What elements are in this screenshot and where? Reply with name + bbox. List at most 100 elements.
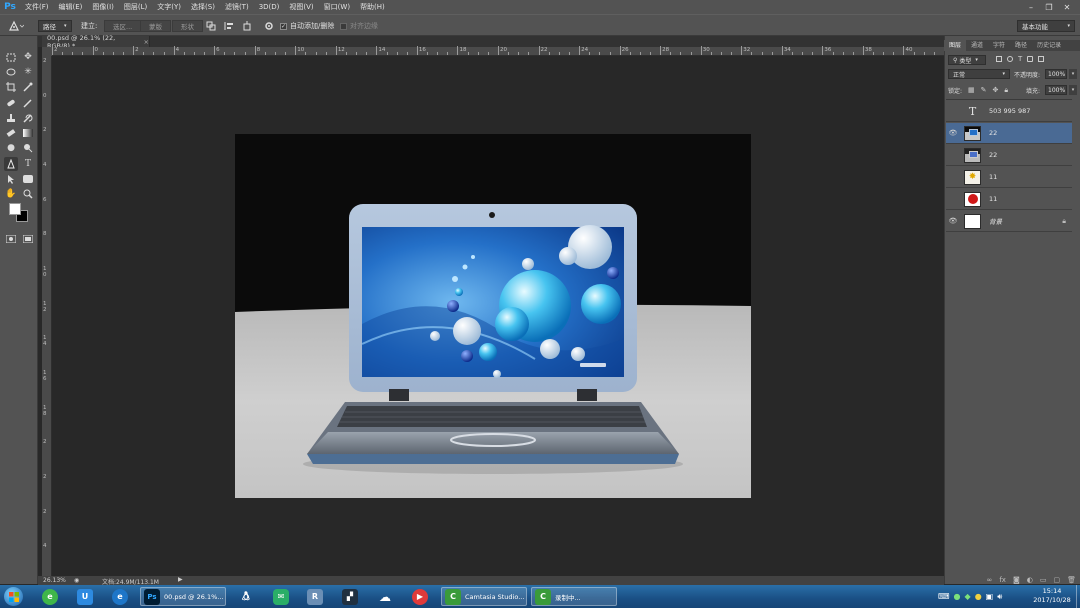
keyboard-icon[interactable]: ⌨ (938, 592, 950, 601)
lock-all-icon[interactable]: 🔒︎ (1004, 86, 1008, 95)
export-icon[interactable]: ◉ (74, 577, 79, 584)
eraser-tool-icon[interactable] (4, 126, 18, 140)
foreground-color-swatch[interactable] (9, 203, 21, 215)
tab-character[interactable]: 字符 (988, 40, 1010, 51)
align-edges-checkbox[interactable]: 对齐边缘 (340, 19, 378, 33)
lock-position-icon[interactable]: ✥ (993, 86, 999, 95)
update-icon[interactable]: ● (975, 592, 982, 601)
taskbar-clock[interactable]: 15:14 2017/10/28 (1030, 587, 1074, 605)
opacity-arrow-icon[interactable]: ▾ (1069, 69, 1077, 79)
close-tab-icon[interactable]: × (144, 38, 149, 46)
add-mask-icon[interactable]: ◙ (1013, 576, 1020, 584)
eye-icon[interactable]: 👁︎ (946, 129, 960, 137)
layer-row-background[interactable]: 👁︎ 背景 🔒︎ (946, 211, 1072, 232)
eye-icon[interactable]: 👁︎ (946, 217, 960, 225)
taskbar-qq-icon[interactable]: 🐧︎ (238, 587, 254, 606)
menu-filter[interactable]: 滤镜(T) (220, 0, 254, 14)
taskbar-app-u-icon[interactable]: U (77, 587, 93, 606)
link-layers-icon[interactable]: ∞ (987, 576, 993, 584)
pen-tool-icon[interactable] (8, 19, 24, 33)
menu-3d[interactable]: 3D(D) (254, 0, 285, 14)
show-desktop-button[interactable] (1076, 585, 1080, 608)
menu-help[interactable]: 帮助(H) (355, 0, 390, 14)
tab-layers[interactable]: 图层 (944, 40, 967, 51)
menu-type[interactable]: 文字(Y) (152, 0, 186, 14)
taskbar-player-icon[interactable]: ▶ (412, 587, 428, 606)
start-button[interactable] (4, 587, 23, 606)
make-mask-button[interactable]: 蒙版 (140, 20, 171, 32)
gradient-tool-icon[interactable] (21, 126, 35, 140)
layer-filter-dropdown[interactable]: ⚲ 类型 ▾ (948, 55, 986, 65)
layer-row[interactable]: ✸ 11 (946, 167, 1072, 188)
taskbar-app-360-icon[interactable]: e (42, 587, 58, 606)
network-icon[interactable]: ▣ (986, 592, 994, 601)
shape-filter-icon[interactable] (1027, 56, 1034, 62)
shield-icon[interactable]: ◆ (965, 592, 971, 601)
volume-icon[interactable]: 🔊︎ (997, 592, 1002, 602)
eyedropper-tool-icon[interactable] (21, 80, 35, 94)
make-shape-button[interactable]: 形状 (172, 20, 203, 32)
wechat-tray-icon[interactable]: ● (954, 592, 961, 601)
layer-row[interactable]: 11 (946, 189, 1072, 210)
crop-tool-icon[interactable] (4, 80, 18, 94)
tab-history[interactable]: 历史记录 (1032, 40, 1066, 51)
path-arrangement-icon[interactable] (242, 19, 252, 33)
shape-tool-icon[interactable] (21, 172, 35, 186)
history-brush-tool-icon[interactable] (21, 111, 35, 125)
type-tool-icon[interactable]: T (21, 157, 35, 171)
layer-row-selected[interactable]: 👁︎ 22 (946, 123, 1072, 144)
smart-object-filter-icon[interactable] (1038, 56, 1045, 62)
layer-row[interactable]: 22 (946, 145, 1072, 166)
marquee-tool-icon[interactable] (4, 50, 18, 64)
menu-view[interactable]: 视图(V) (284, 0, 318, 14)
opacity-input[interactable]: 100% (1045, 69, 1067, 79)
gear-icon[interactable] (264, 19, 274, 33)
blend-mode-dropdown[interactable]: 正常 ▾ (948, 69, 1010, 79)
minimize-button[interactable]: – (1022, 0, 1040, 14)
menu-file[interactable]: 文件(F) (20, 0, 54, 14)
menu-edit[interactable]: 编辑(E) (54, 0, 88, 14)
mode-dropdown[interactable]: 路径 ▾ (38, 20, 72, 32)
auto-add-delete-checkbox[interactable]: ✓ 自动添加/删除 (280, 19, 334, 33)
document-canvas[interactable] (235, 134, 751, 498)
type-filter-icon[interactable]: T (1018, 56, 1022, 64)
screen-mode-icon[interactable] (21, 232, 35, 246)
taskbar-photoshop-window[interactable]: Ps 00.psd @ 26.1%... (140, 587, 226, 606)
close-button[interactable]: ✕ (1058, 0, 1076, 14)
menu-select[interactable]: 选择(S) (186, 0, 220, 14)
brush-tool-icon[interactable] (21, 96, 35, 110)
path-selection-tool-icon[interactable] (4, 172, 18, 186)
lock-transparent-icon[interactable]: ▦ (968, 86, 975, 95)
adjustment-layer-icon[interactable]: ◐ (1027, 576, 1033, 584)
status-menu-arrow-icon[interactable]: ▶ (178, 576, 183, 583)
zoom-tool-icon[interactable] (21, 187, 35, 201)
lasso-tool-icon[interactable] (4, 65, 18, 79)
taskbar-camtasia-window[interactable]: C Camtasia Studio... (441, 587, 527, 606)
blur-tool-icon[interactable]: ● (4, 141, 18, 155)
menu-image[interactable]: 图像(I) (87, 0, 119, 14)
menu-window[interactable]: 窗口(W) (319, 0, 355, 14)
delete-layer-icon[interactable]: 🗑︎ (1067, 576, 1076, 584)
fill-arrow-icon[interactable]: ▾ (1069, 85, 1077, 95)
menu-layer[interactable]: 图层(L) (119, 0, 152, 14)
tab-paths[interactable]: 路径 (1010, 40, 1032, 51)
healing-brush-tool-icon[interactable] (4, 96, 18, 110)
pixel-filter-icon[interactable] (996, 56, 1002, 62)
taskbar-wechat-icon[interactable]: ✉ (273, 587, 289, 606)
quick-mask-icon[interactable] (4, 232, 18, 246)
taskbar-browser-icon[interactable]: e (112, 587, 128, 606)
adjustment-filter-icon[interactable] (1007, 56, 1013, 62)
path-operations-icon[interactable] (206, 19, 216, 33)
layer-row[interactable]: T 503 995 987 (946, 101, 1072, 122)
taskbar-baidu-icon[interactable]: ☁ (377, 587, 393, 606)
new-group-icon[interactable]: ▭ (1040, 576, 1047, 584)
layer-style-icon[interactable]: fx (999, 576, 1006, 584)
fill-input[interactable]: 100% (1045, 85, 1067, 95)
taskbar-recorder-window[interactable]: C 录制中... (531, 587, 617, 606)
new-layer-icon[interactable]: ▢ (1053, 576, 1060, 584)
clone-stamp-tool-icon[interactable] (4, 111, 18, 125)
path-alignment-icon[interactable] (224, 19, 234, 33)
magic-wand-tool-icon[interactable]: ✳ (21, 65, 35, 79)
taskbar-app-tile-icon[interactable]: ▞ (342, 587, 358, 606)
dodge-tool-icon[interactable] (21, 141, 35, 155)
